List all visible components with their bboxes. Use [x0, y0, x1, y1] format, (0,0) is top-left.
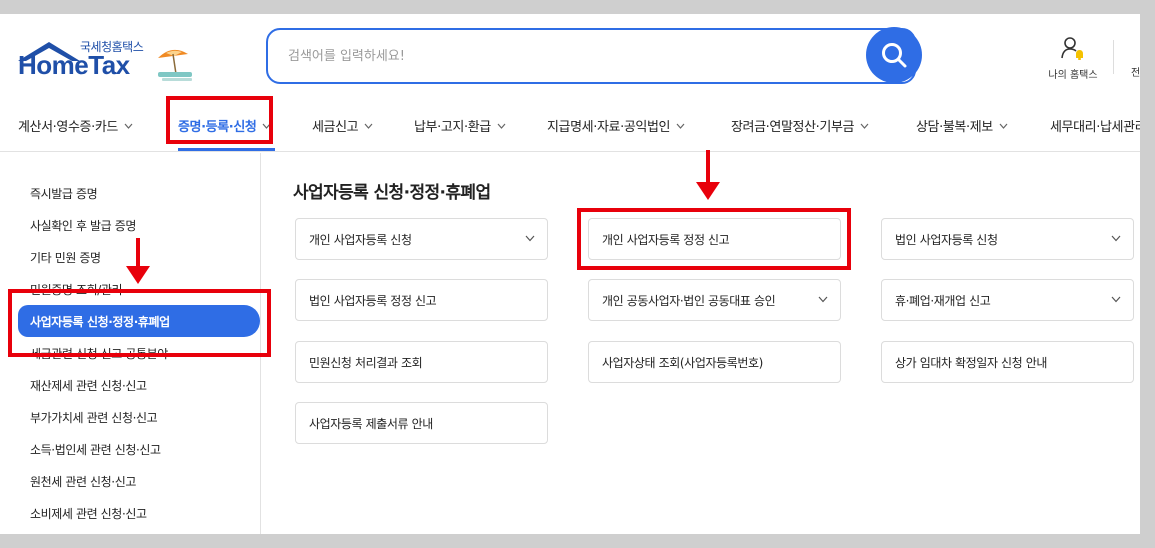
- chevron-down-icon: [1111, 235, 1121, 242]
- gnb-label: 계산서·영수증·카드: [18, 120, 118, 135]
- chevron-down-icon: [497, 123, 506, 129]
- gnb-item-tax-agent[interactable]: 세무대리·납세관리: [1050, 100, 1140, 151]
- card-label: 사업자등록 제출서류 안내: [309, 416, 433, 431]
- card-label: 개인 사업자등록 신청: [309, 232, 412, 247]
- chevron-down-icon: [525, 235, 535, 242]
- my-hometax-button[interactable]: 나의 홈택스: [1040, 36, 1106, 81]
- sidebar-item-fact-check-certificate[interactable]: 사실확인 후 발급 증명: [18, 209, 260, 241]
- gnb-item-consultation[interactable]: 상담·불복·제보: [916, 100, 1008, 151]
- gnb-item-tax-return[interactable]: 세금신고: [312, 100, 373, 151]
- search-box: [266, 28, 916, 84]
- sidebar-item-instant-certificate[interactable]: 즉시발급 증명: [18, 177, 260, 209]
- gnb-label: 지급명세·자료·공익법인: [547, 120, 671, 135]
- page-title: 사업자등록 신청·정정·휴폐업: [293, 183, 491, 203]
- card-joint-business-approval[interactable]: 개인 공동사업자·법인 공동대표 승인: [588, 279, 841, 321]
- gnb-label: 장려금·연말정산·기부금: [731, 120, 855, 135]
- gnb-item-statements[interactable]: 지급명세·자료·공익법인: [547, 100, 685, 151]
- logo-title: HomeTax: [18, 50, 130, 80]
- card-corporate-registration-correction[interactable]: 법인 사업자등록 정정 신고: [295, 279, 548, 321]
- all-menu-label: 전체메: [1131, 68, 1140, 79]
- card-application-result-inquiry[interactable]: 민원신청 처리결과 조회: [295, 341, 548, 383]
- card-label: 개인 공동사업자·법인 공동대표 승인: [602, 293, 776, 308]
- gnb-label: 납부·고지·환급: [414, 120, 491, 135]
- gnb-item-payment[interactable]: 납부·고지·환급: [414, 100, 506, 151]
- hometax-logo[interactable]: 국세청홈택스 HomeTax: [16, 36, 201, 84]
- gnb-label: 세무대리·납세관리: [1050, 120, 1140, 135]
- all-menu-button[interactable]: 전체메: [1128, 36, 1140, 80]
- sidebar-item-vat[interactable]: 부가가치세 관련 신청·신고: [18, 401, 260, 433]
- annotation-box-gnb: [166, 96, 273, 144]
- card-business-status-inquiry[interactable]: 사업자상태 조회(사업자등록번호): [588, 341, 841, 383]
- user-bell-icon: [1061, 37, 1083, 61]
- header-divider: [1113, 40, 1114, 74]
- card-individual-registration[interactable]: 개인 사업자등록 신청: [295, 218, 548, 260]
- red-arrow-down-icon: [126, 238, 150, 284]
- card-label: 휴·폐업·재개업 신고: [895, 293, 991, 308]
- annotation-box-card: [577, 208, 851, 270]
- card-label: 법인 사업자등록 신청: [895, 232, 998, 247]
- sidebar-item-income-corporate-tax[interactable]: 소득·법인세 관련 신청·신고: [18, 433, 260, 465]
- gnb-active-underline: [178, 148, 275, 151]
- chevron-down-icon: [676, 123, 685, 129]
- my-hometax-label: 나의 홈택스: [1048, 70, 1098, 81]
- page: 국세청홈택스 HomeTax 나의 홈택스: [0, 14, 1140, 534]
- card-lease-fixed-date[interactable]: 상가 임대차 확정일자 신청 안내: [881, 341, 1134, 383]
- sidebar-item-withholding-tax[interactable]: 원천세 관련 신청·신고: [18, 465, 260, 497]
- card-label: 상가 임대차 확정일자 신청 안내: [895, 355, 1047, 370]
- search-icon: [882, 43, 907, 68]
- chevron-down-icon: [1111, 296, 1121, 303]
- card-label: 사업자상태 조회(사업자등록번호): [602, 355, 763, 370]
- chevron-down-icon: [860, 123, 869, 129]
- chevron-down-icon: [124, 123, 133, 129]
- annotation-box-sidebar: [8, 289, 271, 357]
- sidebar-item-consumption-tax[interactable]: 소비제세 관련 신청·신고: [18, 497, 260, 529]
- gnb-item-incentives[interactable]: 장려금·연말정산·기부금: [731, 100, 869, 151]
- card-label: 민원신청 처리결과 조회: [309, 355, 423, 370]
- gnb-label: 세금신고: [312, 120, 359, 135]
- card-corporate-registration[interactable]: 법인 사업자등록 신청: [881, 218, 1134, 260]
- chevron-down-icon: [999, 123, 1008, 129]
- search-input[interactable]: [288, 44, 848, 68]
- card-label: 법인 사업자등록 정정 신고: [309, 293, 437, 308]
- chevron-down-icon: [818, 296, 828, 303]
- beach-umbrella-icon: [158, 49, 192, 81]
- gnb-label: 상담·불복·제보: [916, 120, 993, 135]
- chevron-down-icon: [364, 123, 373, 129]
- gnb-item-invoice[interactable]: 계산서·영수증·카드: [18, 100, 133, 151]
- sidebar-item-property-tax[interactable]: 재산제세 관련 신청·신고: [18, 369, 260, 401]
- card-closure-reopen[interactable]: 휴·폐업·재개업 신고: [881, 279, 1134, 321]
- red-arrow-down-icon: [696, 150, 720, 200]
- search-button[interactable]: [866, 27, 922, 83]
- card-required-documents[interactable]: 사업자등록 제출서류 안내: [295, 402, 548, 444]
